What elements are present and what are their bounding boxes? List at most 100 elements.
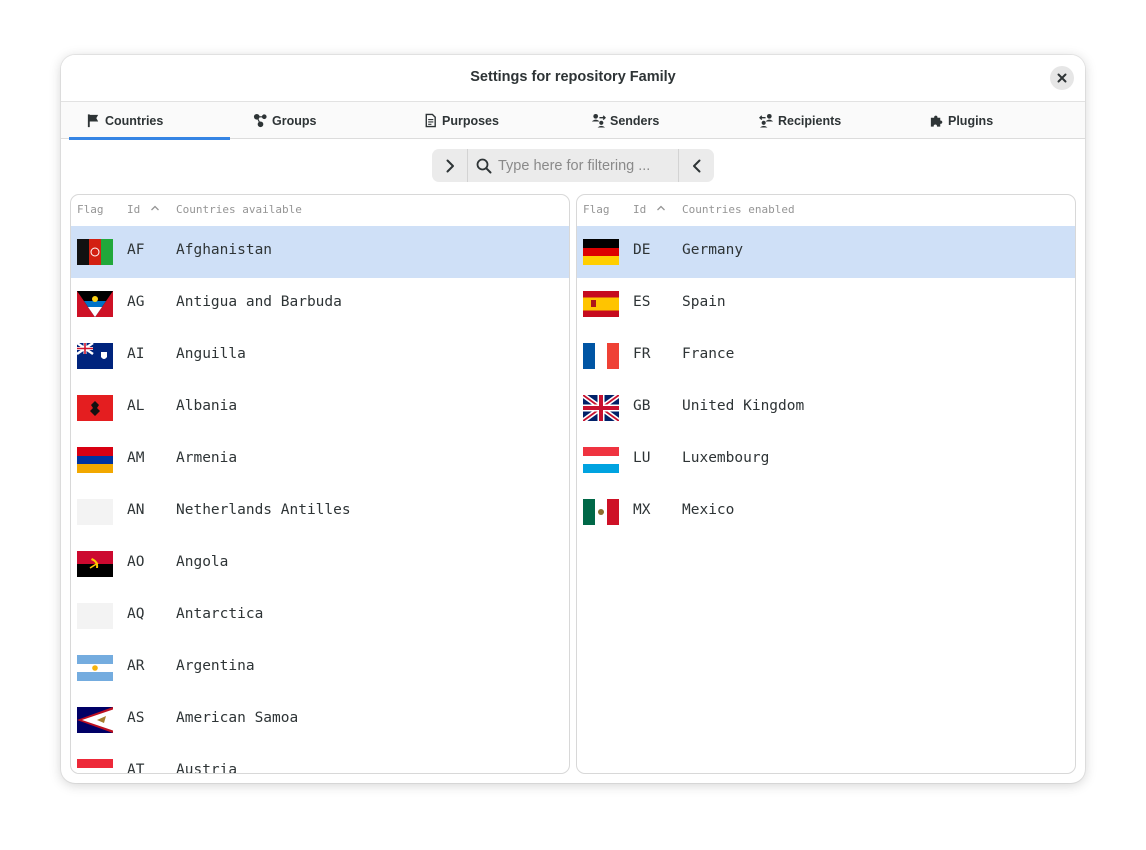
country-id: AO [127,554,145,570]
flag-mx-icon [583,499,619,525]
list-row[interactable]: AG Antigua and Barbuda [71,278,569,330]
column-header-name[interactable]: Countries enabled [682,203,795,216]
list-row[interactable]: AQ Antarctica [71,590,569,642]
country-id: GB [633,398,651,414]
chevron-right-icon [446,159,454,172]
flag-ao-icon [77,551,113,577]
flag-ar-icon [77,655,113,681]
title-bar: Settings for repository Family [61,55,1085,101]
country-name: Luxembourg [682,450,770,466]
tab-senders[interactable]: Senders [591,102,659,139]
country-name: Albania [176,398,238,414]
tab-label: Recipients [778,113,842,128]
country-id: ES [633,294,651,310]
country-id: AS [127,710,145,726]
groups-icon [253,113,267,128]
close-icon [1057,73,1067,83]
country-name: Angola [176,554,229,570]
sort-ascending-icon [657,205,665,211]
flag-as-icon [77,707,113,733]
flag-aq-icon [77,603,113,629]
list-row[interactable]: AM Armenia [71,434,569,486]
tab-purposes[interactable]: Purposes [423,102,499,139]
country-name: Anguilla [176,346,246,362]
country-name: Antarctica [176,606,264,622]
tab-bar: Countries Groups Purposes Senders Recipi… [61,101,1085,140]
tab-label: Plugins [948,113,994,128]
column-header-flag[interactable]: Flag [77,203,104,216]
flag-de-icon [583,239,619,265]
list-row[interactable]: AN Netherlands Antilles [71,486,569,538]
country-id: AT [127,762,145,774]
country-name: Spain [682,294,726,310]
list-row[interactable]: GB United Kingdom [577,382,1075,434]
filter-field[interactable] [468,149,678,182]
flag-fr-icon [583,343,619,369]
filter-input[interactable] [498,157,673,174]
flag-lu-icon [583,447,619,473]
country-id: MX [633,502,651,518]
flag-al-icon [77,395,113,421]
tab-countries[interactable]: Countries [68,102,231,140]
country-id: AI [127,346,145,362]
tab-label: Purposes [442,113,499,128]
tab-label: Senders [610,113,660,128]
list-header: Flag Id Countries enabled [577,195,1075,226]
country-id: DE [633,242,651,258]
list-row[interactable]: AT Austria [71,746,569,774]
window-title: Settings for repository Family [470,69,676,85]
available-countries-list: Flag Id Countries available AF Afghanist… [70,194,570,774]
chevron-left-icon [692,159,700,172]
list-row[interactable]: AO Angola [71,538,569,590]
search-icon [476,158,492,173]
list-row[interactable]: DE Germany [577,226,1075,278]
flag-an-icon [77,499,113,525]
flag-ai-icon [77,343,113,369]
settings-window: Settings for repository Family Countries… [61,55,1085,783]
list-row[interactable]: MX Mexico [577,486,1075,538]
country-name: Netherlands Antilles [176,502,351,518]
column-header-id[interactable]: Id [633,203,646,216]
country-name: United Kingdom [682,398,805,414]
country-name: Armenia [176,450,238,466]
column-header-name[interactable]: Countries available [176,203,302,216]
list-row[interactable]: AI Anguilla [71,330,569,382]
move-left-button[interactable] [679,149,714,182]
tab-label: Countries [105,113,164,128]
country-id: AG [127,294,145,310]
enabled-countries-list: Flag Id Countries enabled DE Germany ES … [576,194,1076,774]
country-id: AF [127,242,145,258]
flag-gb-icon [583,395,619,421]
list-row[interactable]: FR France [577,330,1075,382]
country-name: American Samoa [176,710,299,726]
document-icon [425,113,436,128]
list-row[interactable]: AL Albania [71,382,569,434]
country-name: Afghanistan [176,242,273,258]
tab-groups[interactable]: Groups [253,102,316,139]
country-id: LU [633,450,651,466]
column-header-flag[interactable]: Flag [583,203,610,216]
column-header-id[interactable]: Id [127,203,140,216]
move-right-button[interactable] [432,149,467,182]
country-id: FR [633,346,651,362]
list-row[interactable]: AF Afghanistan [71,226,569,278]
flag-icon [87,114,99,128]
senders-icon [591,113,606,128]
country-name: Antigua and Barbuda [176,294,342,310]
list-row[interactable]: AS American Samoa [71,694,569,746]
recipients-icon [759,113,774,128]
list-row[interactable]: LU Luxembourg [577,434,1075,486]
flag-ag-icon [77,291,113,317]
list-row[interactable]: ES Spain [577,278,1075,330]
close-button[interactable] [1050,66,1074,90]
flag-af-icon [77,239,113,265]
country-name: Austria [176,762,238,774]
country-id: AL [127,398,145,414]
filter-bar [432,149,714,182]
tab-recipients[interactable]: Recipients [759,102,841,139]
puzzle-icon [930,115,943,127]
country-name: France [682,346,735,362]
country-id: AR [127,658,145,674]
tab-plugins[interactable]: Plugins [929,102,993,139]
list-row[interactable]: AR Argentina [71,642,569,694]
